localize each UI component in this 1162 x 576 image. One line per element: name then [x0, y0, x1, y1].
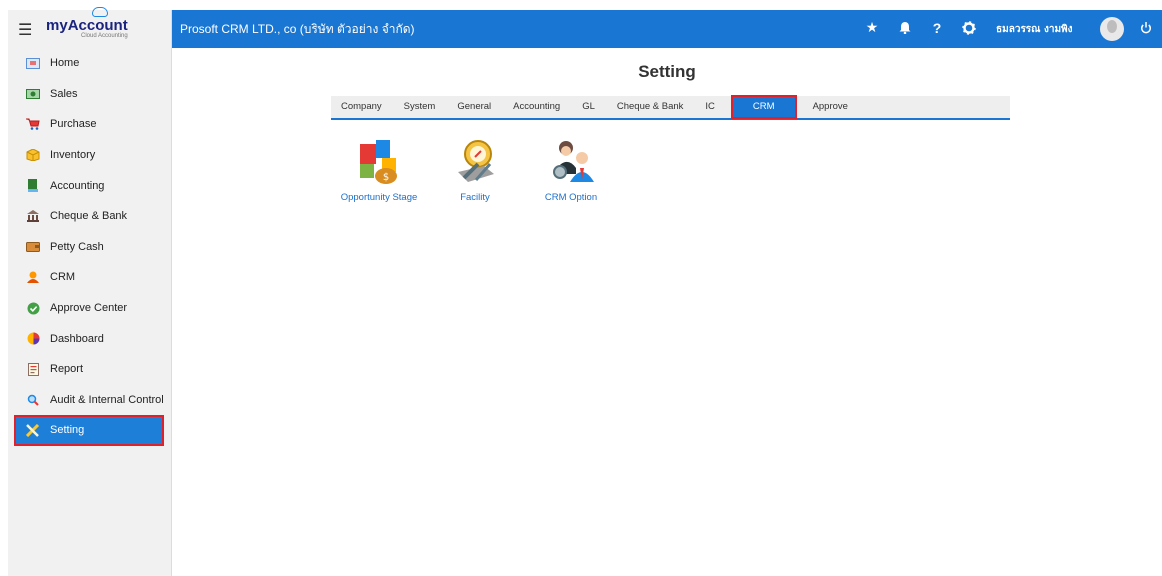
user-name[interactable]: ธมลวรรณ งามพิง [996, 22, 1073, 37]
opportunity-stage-icon: $ [352, 138, 406, 186]
crm-icon [26, 271, 40, 284]
power-icon[interactable] [1138, 20, 1154, 38]
sidebar-item-crm[interactable]: CRM [8, 262, 171, 293]
tile-label: Opportunity Stage [340, 192, 418, 203]
settings-tabs: Company System General Accounting GL Che… [331, 95, 1010, 120]
tile-label: CRM Option [544, 192, 598, 203]
sidebar-item-label: Inventory [50, 149, 96, 162]
sidebar-item-label: Purchase [50, 118, 97, 131]
sidebar-item-label: Cheque & Bank [50, 210, 128, 223]
sidebar-item-petty-cash[interactable]: Petty Cash [8, 232, 171, 263]
cart-icon [26, 118, 40, 131]
sidebar-item-purchase[interactable]: Purchase [8, 109, 171, 140]
facility-icon [448, 138, 502, 186]
tab-crm[interactable]: CRM [730, 95, 797, 119]
sidebar-item-cheque-bank[interactable]: Cheque & Bank [8, 201, 171, 232]
tab-approve[interactable]: Approve [802, 95, 859, 119]
sidebar-item-audit[interactable]: Audit & Internal Control [8, 385, 171, 416]
book-icon [26, 179, 40, 193]
svg-text:$: $ [383, 172, 389, 183]
magnifier-icon [26, 394, 40, 406]
crm-option-tile[interactable]: CRM Option [523, 138, 619, 203]
sidebar-item-label: CRM [50, 271, 76, 284]
sidebar-item-home[interactable]: Home [8, 48, 171, 79]
tab-gl[interactable]: GL [571, 95, 606, 119]
company-name[interactable]: Prosoft CRM LTD., co (บริษัท ตัวอย่าง จำ… [180, 20, 415, 39]
wallet-icon [26, 241, 40, 253]
sidebar-item-label: Dashboard [50, 332, 104, 345]
sidebar-item-accounting[interactable]: Accounting [8, 170, 171, 201]
logo-name-my: my [46, 17, 68, 34]
logo-tagline: Cloud Accounting [80, 33, 128, 39]
tab-ic[interactable]: IC [694, 95, 726, 119]
sidebar-item-report[interactable]: Report [8, 354, 171, 385]
box-icon [26, 149, 40, 162]
sidebar-item-label: Setting [50, 424, 85, 437]
tab-accounting[interactable]: Accounting [502, 95, 571, 119]
report-icon [26, 362, 40, 376]
sidebar-item-label: Accounting [50, 179, 105, 192]
home-icon [26, 57, 40, 69]
top-bar: Prosoft CRM LTD., co (บริษัท ตัวอย่าง จำ… [172, 10, 1162, 48]
brand: ☰ myAccount Cloud Accounting [8, 7, 171, 48]
sidebar-item-inventory[interactable]: Inventory [8, 140, 171, 171]
sidebar-item-setting[interactable]: Setting [14, 415, 164, 446]
sidebar-item-label: Sales [50, 87, 78, 100]
sidebar-item-sales[interactable]: Sales [8, 79, 171, 110]
check-circle-icon [26, 302, 40, 315]
star-icon[interactable]: ★ [864, 20, 880, 36]
pie-chart-icon [26, 332, 40, 345]
help-icon[interactable]: ? [929, 20, 945, 36]
sidebar-item-label: Report [50, 363, 84, 376]
crm-option-icon [544, 138, 598, 186]
tab-cheque-bank[interactable]: Cheque & Bank [606, 95, 695, 119]
sidebar-item-label: Approve Center [50, 302, 128, 315]
page-title: Setting [638, 62, 696, 81]
tools-icon [26, 423, 40, 437]
gear-icon[interactable] [961, 20, 977, 39]
tab-system[interactable]: System [393, 95, 447, 119]
bell-icon[interactable] [897, 20, 913, 38]
sidebar-item-label: Audit & Internal Control [50, 393, 164, 406]
sidebar-item-approve-center[interactable]: Approve Center [8, 293, 171, 324]
hamburger-menu-icon[interactable]: ☰ [18, 20, 40, 39]
tab-general[interactable]: General [446, 95, 502, 119]
opportunity-stage-tile[interactable]: $ Opportunity Stage [331, 138, 427, 203]
sidebar-nav: Home Sales Purchase Inventory Accounting… [8, 48, 171, 446]
tile-label: Facility [460, 192, 490, 203]
sidebar-item-label: Home [50, 57, 80, 70]
tab-company[interactable]: Company [331, 95, 393, 119]
cloud-icon [92, 7, 108, 17]
sidebar-item-dashboard[interactable]: Dashboard [8, 323, 171, 354]
logo-name-account: Account [67, 17, 128, 34]
sidebar: ☰ myAccount Cloud Accounting Home Sales … [8, 7, 172, 576]
facility-tile[interactable]: Facility [427, 138, 523, 203]
bank-icon [26, 210, 40, 223]
sidebar-item-label: Petty Cash [50, 240, 104, 253]
avatar[interactable] [1100, 17, 1124, 41]
app-logo[interactable]: myAccount Cloud Accounting [46, 7, 128, 40]
settings-tiles: $ Opportunity Stage Facility CRM Option [331, 138, 619, 203]
sales-icon [26, 88, 40, 100]
